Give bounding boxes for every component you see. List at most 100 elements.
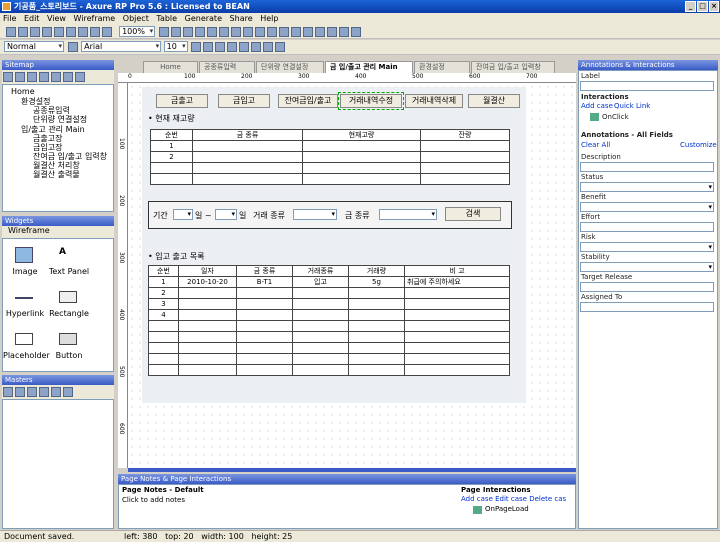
bullet-icon[interactable] xyxy=(227,42,238,52)
add-master-icon[interactable] xyxy=(3,387,13,397)
bold-icon[interactable] xyxy=(191,42,202,52)
text-center-icon[interactable] xyxy=(251,42,262,52)
add-case-link[interactable]: Add case xyxy=(581,102,613,110)
ungroup-icon[interactable] xyxy=(254,27,265,37)
add-page-icon[interactable] xyxy=(3,72,13,82)
customize-link[interactable]: Customize xyxy=(680,141,717,149)
image-widget-icon[interactable] xyxy=(15,247,33,263)
page-notes-label[interactable]: Page Notes - Default xyxy=(122,486,204,494)
align-right-icon[interactable] xyxy=(314,27,325,37)
menu-share[interactable]: Share xyxy=(230,14,253,23)
nav-button-monthly[interactable]: 월결산 xyxy=(468,94,520,108)
paste-icon[interactable] xyxy=(77,27,88,37)
sitemap-item-monthly-print[interactable]: 월결산 출력물 xyxy=(33,169,80,180)
arrow-style-icon[interactable] xyxy=(230,27,241,37)
redo-icon[interactable] xyxy=(101,27,112,37)
tab-unit-link[interactable]: 단위량 연결설정 xyxy=(256,61,324,73)
minimize-button[interactable]: _ xyxy=(685,1,696,12)
filter-start-day-select[interactable] xyxy=(173,209,193,220)
benefit-select[interactable] xyxy=(580,202,714,212)
font-size-select[interactable]: 10 xyxy=(163,41,188,52)
nav-button-edit-trade[interactable]: 거래내역수정 xyxy=(338,92,404,110)
lock-icon[interactable] xyxy=(326,27,337,37)
line-color-icon[interactable] xyxy=(206,27,217,37)
widgets-library-select[interactable]: Wireframe xyxy=(8,226,50,235)
connector-icon[interactable] xyxy=(170,27,181,37)
outdent-icon[interactable] xyxy=(63,72,73,82)
filter-gold-type-select[interactable] xyxy=(379,209,437,220)
cut-icon[interactable] xyxy=(53,27,64,37)
new-icon[interactable] xyxy=(5,27,16,37)
label-input[interactable] xyxy=(580,81,714,91)
bring-front-icon[interactable] xyxy=(266,27,277,37)
nav-button-out[interactable]: 금출고 xyxy=(156,94,208,108)
format-painter-icon[interactable] xyxy=(182,27,193,37)
stability-select[interactable] xyxy=(580,262,714,272)
rectangle-widget-icon[interactable] xyxy=(59,291,77,303)
master-down-icon[interactable] xyxy=(39,387,49,397)
menu-object[interactable]: Object xyxy=(123,14,149,23)
font-color-icon[interactable] xyxy=(275,42,286,52)
tab-main[interactable]: 금 입/출고 관리 Main xyxy=(325,61,413,73)
design-canvas[interactable]: 금출고 금입고 잔여금입/출고 거래내역수정 거래내역삭제 월결산 • 현재 재… xyxy=(128,83,576,468)
group-icon[interactable] xyxy=(242,27,253,37)
menu-wireframe[interactable]: Wireframe xyxy=(74,14,116,23)
tab-type-input[interactable]: 공종류입력 xyxy=(199,61,255,73)
menu-file[interactable]: File xyxy=(3,14,16,23)
effort-input[interactable] xyxy=(580,222,714,232)
underline-icon[interactable] xyxy=(215,42,226,52)
text-left-icon[interactable] xyxy=(239,42,250,52)
style-edit-icon[interactable] xyxy=(67,42,78,52)
sitemap-item-home[interactable]: Home xyxy=(11,87,35,96)
nav-button-remain[interactable]: 잔여금입/출고 xyxy=(278,94,338,108)
italic-icon[interactable] xyxy=(203,42,214,52)
target-release-input[interactable] xyxy=(580,282,714,292)
page-notes-input[interactable]: Click to add notes xyxy=(122,496,185,504)
move-up-icon[interactable] xyxy=(27,72,37,82)
clear-all-link[interactable]: Clear All xyxy=(581,141,610,149)
menu-generate[interactable]: Generate xyxy=(185,14,222,23)
style-select[interactable]: Normal xyxy=(4,41,64,52)
placeholder-widget-icon[interactable] xyxy=(15,333,33,345)
delete-page-icon[interactable] xyxy=(75,72,85,82)
close-button[interactable]: × xyxy=(709,1,719,12)
save-icon[interactable] xyxy=(29,27,40,37)
master-delete-icon[interactable] xyxy=(63,387,73,397)
tab-home[interactable]: Home xyxy=(143,61,198,73)
add-child-icon[interactable] xyxy=(15,72,25,82)
filter-end-day-select[interactable] xyxy=(215,209,237,220)
page-case-links[interactable]: Add case Edit case Delete cas xyxy=(461,495,566,503)
unlock-icon[interactable] xyxy=(338,27,349,37)
text-right-icon[interactable] xyxy=(263,42,274,52)
onpageload-event[interactable]: OnPageLoad xyxy=(485,505,529,513)
button-widget-icon[interactable] xyxy=(59,333,77,345)
fill-color-icon[interactable] xyxy=(194,27,205,37)
select-icon[interactable] xyxy=(158,27,169,37)
send-back-icon[interactable] xyxy=(278,27,289,37)
assigned-to-input[interactable] xyxy=(580,302,714,312)
tab-remain[interactable]: 잔여금 입/출고 입력창 xyxy=(471,61,555,73)
filter-trade-type-select[interactable] xyxy=(293,209,337,220)
undo-icon[interactable] xyxy=(89,27,100,37)
menu-edit[interactable]: Edit xyxy=(24,14,40,23)
menu-view[interactable]: View xyxy=(47,14,66,23)
tab-settings[interactable]: 환경설정 xyxy=(414,61,470,73)
menu-table[interactable]: Table xyxy=(156,14,177,23)
print-icon[interactable] xyxy=(41,27,52,37)
copy-icon[interactable] xyxy=(65,27,76,37)
line-style-icon[interactable] xyxy=(218,27,229,37)
maximize-button[interactable]: □ xyxy=(697,1,708,12)
font-select[interactable]: Arial xyxy=(81,41,162,52)
annotation-fields-title[interactable]: Annotations - All Fields xyxy=(581,131,673,139)
search-button[interactable]: 검색 xyxy=(445,207,501,221)
canvas-horizontal-scrollbar[interactable] xyxy=(128,468,576,472)
move-down-icon[interactable] xyxy=(39,72,49,82)
description-input[interactable] xyxy=(580,162,714,172)
risk-select[interactable] xyxy=(580,242,714,252)
add-folder-icon[interactable] xyxy=(15,387,25,397)
zoom-select[interactable]: 100% xyxy=(119,26,156,37)
indent-icon[interactable] xyxy=(51,72,61,82)
open-icon[interactable] xyxy=(17,27,28,37)
text-panel-widget-icon[interactable]: A xyxy=(59,247,77,263)
generate-icon[interactable] xyxy=(350,27,361,37)
